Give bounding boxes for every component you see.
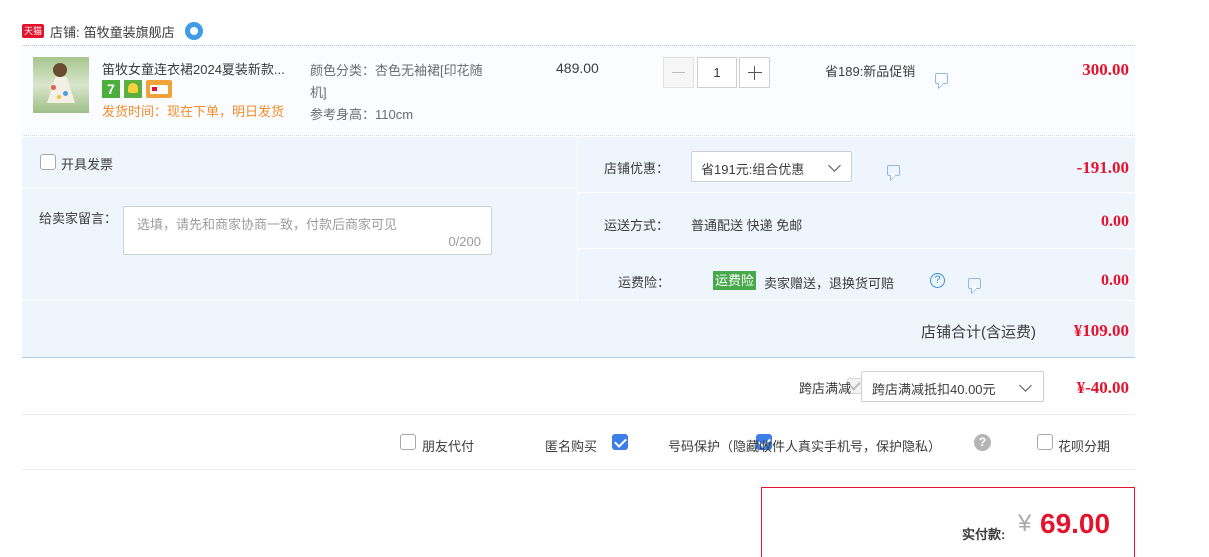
insurance-chat-icon[interactable]	[967, 278, 981, 289]
options-divider	[22, 469, 1135, 470]
installment-label: 花呗分期	[1058, 439, 1111, 454]
shop-name[interactable]: 笛牧童装旗舰店	[84, 22, 175, 41]
shop-discount-label: 店铺优惠：	[604, 161, 670, 176]
item-subtotal: 300.00	[1082, 60, 1129, 79]
right-panel-divider-2	[578, 248, 1135, 249]
cross-shop-divider	[22, 414, 1135, 415]
product-thumbnail[interactable]	[33, 57, 89, 113]
quantity-minus-button[interactable]	[663, 57, 694, 88]
installment-checkbox[interactable]	[1037, 434, 1053, 450]
service-icons: 7	[102, 80, 172, 98]
shipping-amount: 0.00	[1101, 213, 1129, 230]
chevron-down-icon	[828, 159, 841, 172]
discount-info-icon[interactable]	[886, 165, 900, 176]
message-placeholder: 选填，请先和商家协商一致，付款后商家可见	[137, 217, 398, 232]
anonymous-label: 匿名购买	[545, 439, 598, 454]
credit-card-icon[interactable]	[146, 80, 172, 98]
message-counter: 0/200	[448, 234, 481, 249]
cross-shop-amount: ¥-40.00	[1076, 378, 1129, 397]
shipping-value: 普通配送 快递 免邮	[691, 218, 803, 233]
anonymous-checkbox[interactable]	[612, 434, 629, 450]
product-title[interactable]: 笛牧女童连衣裙2024夏装新款...	[102, 59, 285, 78]
friend-pay-label: 朋友代付	[422, 439, 475, 454]
cross-shop-label: 跨店满减	[799, 381, 852, 396]
panel-divider-bottom	[22, 300, 1135, 301]
insurance-help-icon[interactable]: ?	[930, 273, 945, 288]
insurance-amount: 0.00	[1101, 272, 1129, 289]
left-panel-divider	[22, 188, 576, 189]
panel-vertical-divider	[577, 137, 578, 300]
item-promo: 省189:新品促销	[825, 64, 916, 79]
seven-day-return-icon[interactable]: 7	[102, 80, 120, 98]
item-divider	[22, 135, 1135, 136]
friend-pay-checkbox[interactable]	[400, 434, 416, 450]
shop-total-amount: ¥109.00	[1073, 321, 1129, 340]
invoice-label: 开具发票	[61, 157, 114, 172]
insurance-text: 卖家赠送，退换货可赔	[764, 276, 895, 291]
chevron-down-icon	[1019, 379, 1032, 392]
help-icon[interactable]: ?	[974, 434, 991, 451]
insurance-badge: 运费险	[713, 271, 757, 290]
message-label: 给卖家留言：	[39, 211, 118, 226]
wangwang-chat-icon[interactable]	[184, 22, 203, 40]
message-textarea[interactable]: 选填，请先和商家协商一致，付款后商家可见 0/200	[123, 206, 492, 255]
shop-label: 店铺:	[50, 24, 80, 40]
payment-amount: 69.00	[1040, 508, 1111, 539]
shop-header: 天猫 店铺: 笛牧童装旗舰店	[22, 18, 203, 44]
ship-time: 发货时间：现在下单，明日发货	[102, 104, 285, 119]
shop-discount-amount: -191.00	[1076, 158, 1129, 177]
shop-total-label: 店铺合计(含运费)	[921, 324, 1036, 341]
insurance-label: 运费险：	[618, 275, 671, 290]
quantity-input[interactable]: 1	[697, 57, 737, 88]
shop-discount-select[interactable]: 省191元:组合优惠	[691, 151, 852, 182]
spec-size: 参考身高：110cm	[310, 107, 414, 122]
right-panel-divider-1	[578, 192, 1135, 193]
spec-color: 颜色分类：杏色无袖裙[印花随	[310, 63, 483, 78]
cross-shop-value: 跨店满减抵扣40.00元	[872, 382, 996, 397]
unit-price: 489.00	[556, 60, 599, 76]
tmall-logo: 天猫	[22, 24, 45, 38]
guarantee-icon[interactable]	[124, 80, 142, 98]
payment-currency: ¥	[1018, 510, 1032, 537]
invoice-checkbox[interactable]	[40, 154, 56, 170]
shipping-label: 运送方式：	[604, 218, 670, 233]
quantity-plus-button[interactable]	[739, 57, 770, 88]
spec-color-cont: 机]	[310, 85, 327, 100]
promo-info-icon[interactable]	[935, 73, 948, 84]
number-protect-label: 号码保护（隐藏收件人真实手机号，保护隐私）	[668, 439, 942, 454]
cross-shop-select[interactable]: 跨店满减抵扣40.00元	[861, 371, 1044, 402]
payment-label: 实付款:	[962, 527, 1006, 542]
shop-discount-value: 省191元:组合优惠	[701, 162, 805, 177]
